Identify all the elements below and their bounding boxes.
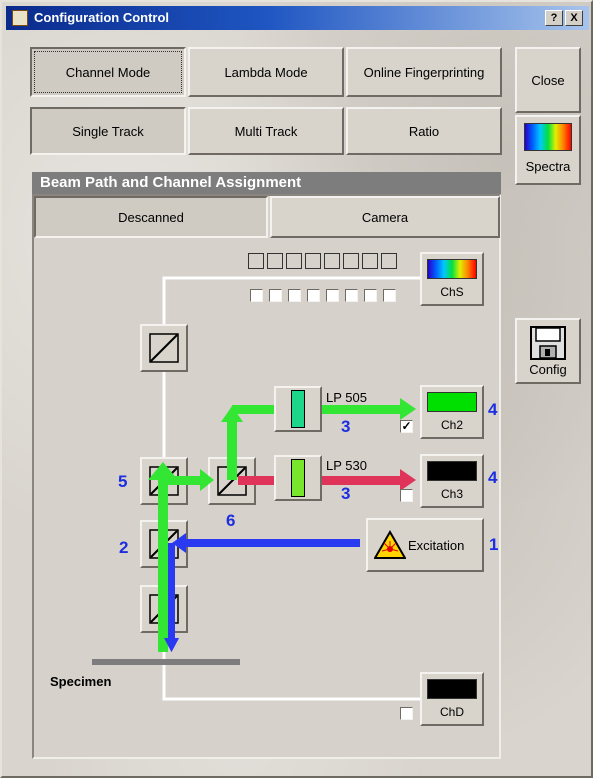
channel-chs-label: ChS	[440, 285, 464, 299]
chd-enable-checkbox[interactable]	[400, 707, 413, 720]
mirror-top[interactable]	[140, 324, 188, 372]
filter-label-lp530: LP 530	[326, 458, 367, 473]
beam-path-white-bottom	[162, 687, 422, 701]
mirror-icon	[149, 594, 179, 624]
channel-chd-label: ChD	[439, 705, 464, 719]
filter-lp505[interactable]	[274, 386, 322, 432]
channel-ch3-label: Ch3	[440, 487, 463, 501]
spectral-checkbox[interactable]	[383, 289, 396, 302]
filter-lp530[interactable]	[274, 455, 322, 501]
excitation-button[interactable]: Excitation	[366, 518, 484, 572]
callout-3-top: 3	[341, 417, 351, 436]
callout-5: 5	[118, 472, 128, 491]
spectral-checkbox[interactable]	[364, 289, 377, 302]
excitation-label: Excitation	[408, 537, 465, 553]
channel-ch2-label: Ch2	[440, 418, 463, 432]
mirror-2[interactable]	[140, 520, 188, 568]
channel-ch2-swatch	[427, 392, 477, 412]
channel-ch2-button[interactable]: Ch2	[420, 385, 484, 439]
channel-chd-button[interactable]: ChD	[420, 672, 484, 726]
spectral-checkbox[interactable]	[288, 289, 301, 302]
callout-3-bottom: 3	[341, 484, 351, 503]
callout-1: 1	[489, 535, 499, 554]
spectral-checkbox-row	[250, 289, 410, 303]
ch2-enable-checkbox[interactable]: ✓	[400, 420, 413, 433]
channel-chs-button[interactable]: ChS	[420, 252, 484, 306]
mirror-icon	[217, 466, 247, 496]
mirror-icon	[149, 466, 179, 496]
channel-ch3-swatch	[427, 461, 477, 481]
spectral-checkbox[interactable]	[250, 289, 263, 302]
spectral-checkbox[interactable]	[269, 289, 282, 302]
channel-ch3-button[interactable]: Ch3	[420, 454, 484, 508]
mirror-bottom[interactable]	[140, 585, 188, 633]
callout-6: 6	[226, 511, 236, 530]
spectral-checkbox[interactable]	[326, 289, 339, 302]
callout-2: 2	[119, 538, 129, 557]
specimen-stage	[92, 659, 240, 665]
mirror-6[interactable]	[208, 457, 256, 505]
mirror-5[interactable]	[140, 457, 188, 505]
specimen-label: Specimen	[50, 674, 112, 689]
spectral-checkbox[interactable]	[307, 289, 320, 302]
spectral-checkbox[interactable]	[345, 289, 358, 302]
filter-icon	[291, 390, 305, 428]
spectral-detector-array	[248, 253, 408, 269]
callout-4-top: 4	[488, 400, 498, 419]
blue-excitation-beam	[184, 539, 360, 547]
configuration-window: Configuration Control ? X Channel Mode L…	[0, 0, 593, 778]
filter-icon	[291, 459, 305, 497]
spectrum-icon	[427, 259, 477, 279]
mirror-icon	[149, 529, 179, 559]
callout-4-bottom: 4	[488, 468, 498, 487]
filter-label-lp505: LP 505	[326, 390, 367, 405]
ch3-enable-checkbox[interactable]	[400, 489, 413, 502]
laser-warning-icon	[374, 530, 406, 559]
mirror-icon	[149, 333, 179, 363]
channel-chd-swatch	[427, 679, 477, 699]
